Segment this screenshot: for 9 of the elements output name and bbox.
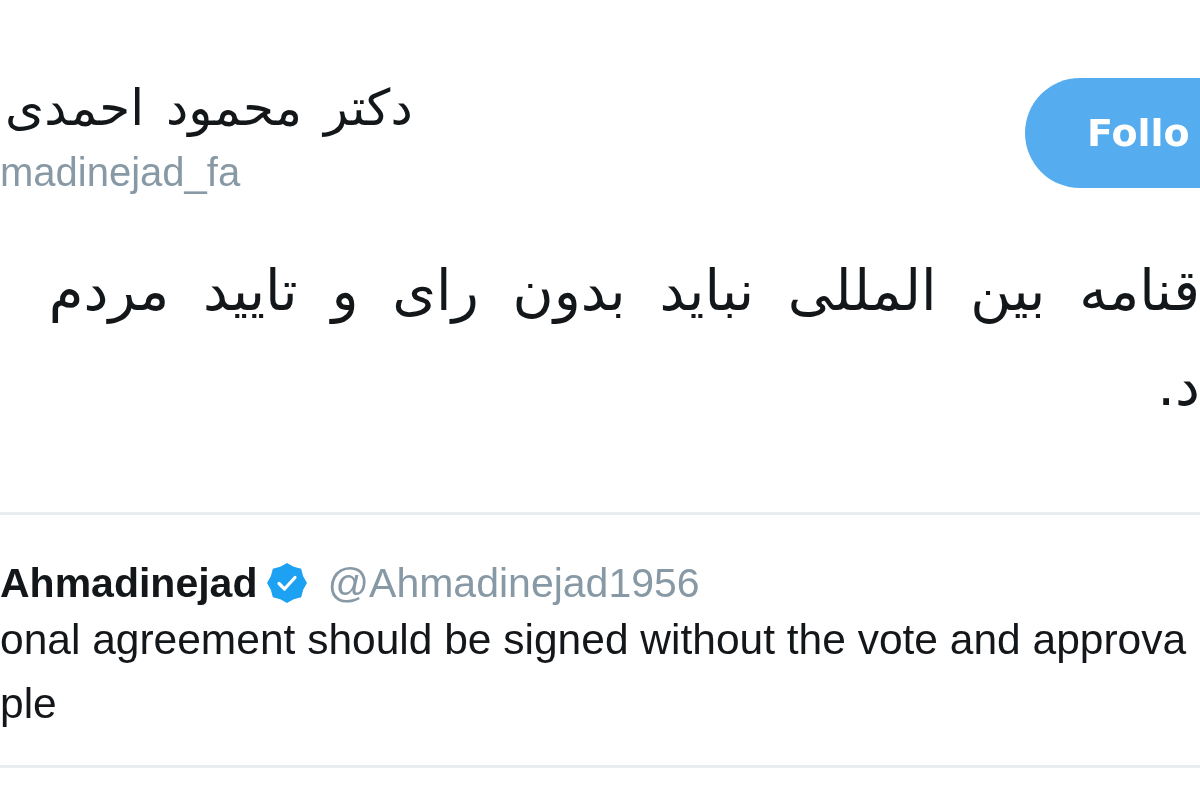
display-name: دکتر محمود احمدی (4, 78, 413, 138)
quoted-user-handle: @Ahmadinejad1956 (327, 559, 700, 608)
user-handle: madinejad_fa (0, 150, 241, 194)
tweet-text: د. (1157, 352, 1200, 420)
quoted-tweet-text: onal agreement should be signed without the vote and approva (0, 615, 1187, 665)
quoted-display-name: Ahmadinejad (0, 559, 258, 608)
tweet-text: قنامه بین المللی نباید بدون رای و تایید مردم (48, 257, 1200, 326)
quoted-tweet-text: ple (0, 679, 57, 729)
quoted-tweet-card[interactable]: Ahmadinejad @Ahmadinejad1956 onal agreement should be signed without the vote and approva ple (0, 512, 1200, 768)
